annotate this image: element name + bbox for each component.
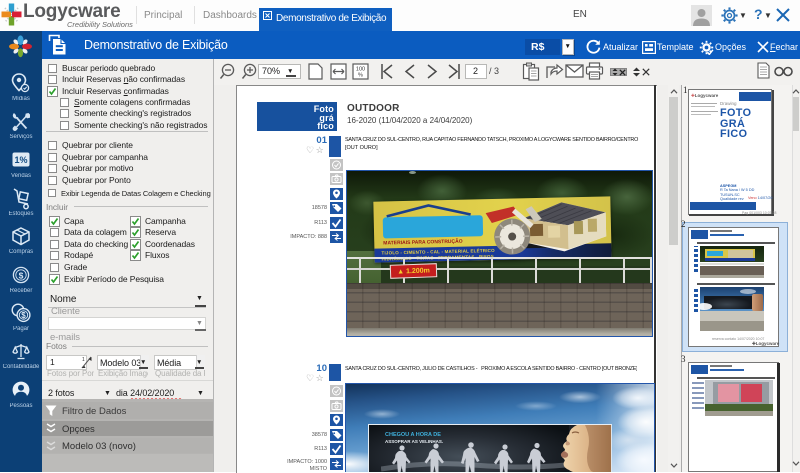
svg-text:%: % [358,73,363,79]
svg-text:1%: 1% [14,155,27,165]
svg-text:$: $ [19,270,24,280]
svg-text:1: 1 [82,357,85,363]
svg-text:$: $ [21,311,26,320]
